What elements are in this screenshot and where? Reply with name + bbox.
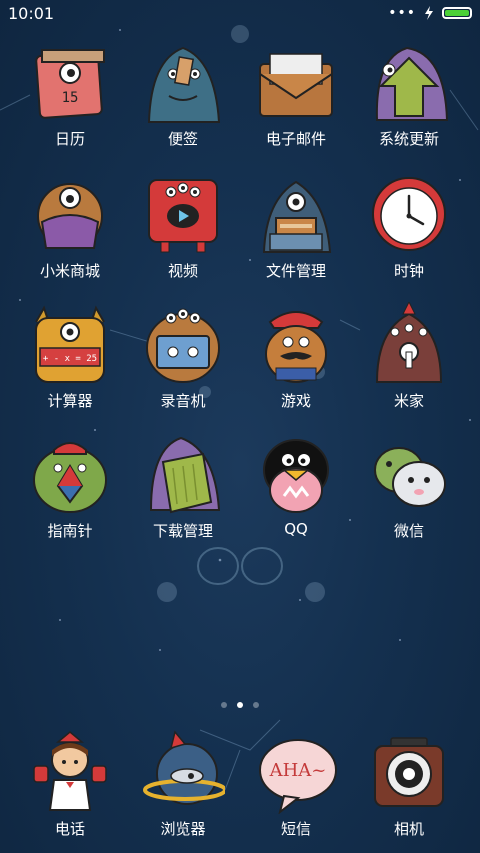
calendar-icon: 15 bbox=[35, 49, 105, 119]
app-calendar[interactable]: 15 日历 bbox=[14, 40, 126, 149]
camera-icon bbox=[374, 737, 444, 807]
browser-icon bbox=[143, 730, 225, 805]
app-label: 微信 bbox=[393, 522, 424, 540]
app-label: 电子邮件 bbox=[265, 130, 326, 148]
email-icon bbox=[259, 53, 333, 117]
app-label: 下载管理 bbox=[152, 522, 213, 540]
update-icon bbox=[375, 46, 449, 121]
recorder-icon bbox=[146, 308, 220, 383]
app-label: 游戏 bbox=[280, 392, 311, 410]
page-indicator[interactable] bbox=[0, 702, 480, 708]
app-label: 浏览器 bbox=[160, 820, 206, 838]
app-label: 相机 bbox=[393, 820, 424, 838]
page-dot[interactable] bbox=[221, 702, 227, 708]
qq-icon bbox=[263, 439, 329, 513]
app-label: 计算器 bbox=[47, 392, 93, 410]
app-label: 日历 bbox=[54, 130, 85, 148]
wechat-icon bbox=[374, 447, 446, 507]
battery-icon bbox=[442, 7, 472, 19]
app-label: 指南针 bbox=[47, 522, 93, 540]
download-icon bbox=[149, 436, 221, 514]
app-compass[interactable]: 指南针 bbox=[14, 432, 126, 541]
app-phone[interactable]: 电话 bbox=[14, 730, 126, 839]
notes-icon bbox=[147, 46, 221, 123]
app-camera[interactable]: 相机 bbox=[353, 730, 465, 839]
charging-icon bbox=[425, 6, 433, 20]
app-label: 便签 bbox=[167, 130, 198, 148]
app-qq[interactable]: QQ bbox=[240, 432, 352, 538]
clock-icon bbox=[372, 177, 446, 251]
mijia-icon bbox=[375, 302, 443, 383]
app-calculator[interactable]: + - x = 25 计算器 bbox=[14, 302, 126, 411]
app-label: 系统更新 bbox=[378, 130, 439, 148]
calculator-display-text: + - x = 25 bbox=[43, 354, 97, 364]
battery-fill bbox=[445, 10, 469, 16]
messages-speech-text: AHA~ bbox=[269, 760, 327, 781]
page-dot[interactable] bbox=[253, 702, 259, 708]
app-label: 文件管理 bbox=[265, 262, 326, 280]
app-notes[interactable]: 便签 bbox=[127, 40, 239, 149]
app-browser[interactable]: 浏览器 bbox=[127, 730, 239, 839]
app-recorder[interactable]: 录音机 bbox=[127, 302, 239, 411]
app-label: 时钟 bbox=[393, 262, 424, 280]
app-clock[interactable]: 时钟 bbox=[353, 172, 465, 281]
store-icon bbox=[37, 183, 103, 249]
app-games[interactable]: 游戏 bbox=[240, 302, 352, 411]
status-time: 10:01 bbox=[8, 4, 55, 23]
app-label: 小米商城 bbox=[39, 262, 100, 280]
app-label: 米家 bbox=[393, 392, 424, 410]
app-file-manager[interactable]: 文件管理 bbox=[240, 172, 352, 281]
app-video[interactable]: 视频 bbox=[127, 172, 239, 281]
dock: 电话 浏览器 AHA~ 短信 相机 bbox=[0, 730, 480, 853]
app-label: 短信 bbox=[280, 820, 311, 838]
app-label: QQ bbox=[284, 520, 308, 538]
app-updater[interactable]: 系统更新 bbox=[353, 40, 465, 149]
app-label: 电话 bbox=[54, 820, 85, 838]
calendar-date-text: 15 bbox=[62, 90, 79, 106]
app-email[interactable]: 电子邮件 bbox=[240, 40, 352, 149]
app-mi-store[interactable]: 小米商城 bbox=[14, 172, 126, 281]
status-icons: ••• bbox=[388, 6, 472, 20]
app-messages[interactable]: AHA~ 短信 bbox=[240, 730, 352, 839]
page-dot-active[interactable] bbox=[237, 702, 243, 708]
app-mijia[interactable]: 米家 bbox=[353, 302, 465, 411]
video-icon bbox=[148, 179, 218, 253]
more-dots-icon: ••• bbox=[388, 5, 416, 21]
calculator-icon: + - x = 25 bbox=[35, 305, 105, 383]
messages-icon: AHA~ bbox=[259, 739, 337, 814]
game-icon bbox=[265, 311, 327, 383]
phone-icon bbox=[33, 731, 107, 811]
app-downloads[interactable]: 下载管理 bbox=[127, 432, 239, 541]
compass-icon bbox=[33, 442, 107, 513]
app-label: 录音机 bbox=[160, 392, 206, 410]
folder-icon bbox=[262, 180, 332, 253]
app-wechat[interactable]: 微信 bbox=[353, 432, 465, 541]
status-bar: 10:01 ••• bbox=[0, 0, 480, 28]
app-label: 视频 bbox=[167, 262, 198, 280]
